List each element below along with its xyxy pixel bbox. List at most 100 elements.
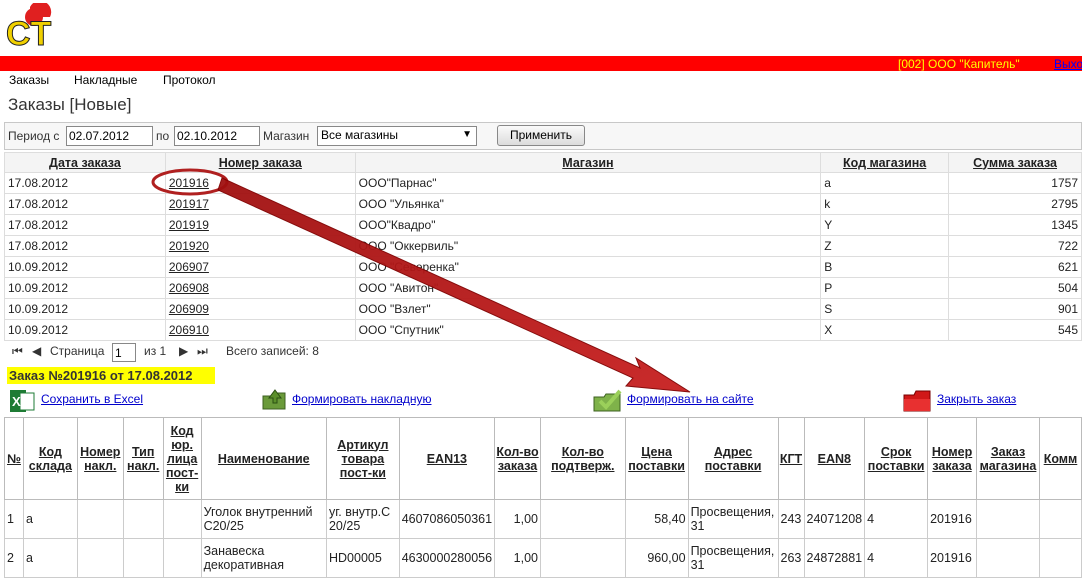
table-cell[interactable]: 206910 bbox=[164, 319, 356, 341]
table-cell bbox=[76, 499, 124, 539]
order-number-link[interactable]: 201917 bbox=[169, 197, 209, 211]
table-row[interactable]: 10.09.2012 206907 ООО "Северенка" B 621 bbox=[4, 256, 1082, 278]
table-cell bbox=[1038, 499, 1082, 539]
table-cell[interactable]: 201916 bbox=[164, 172, 356, 194]
last-page-icon[interactable]: ⏭ bbox=[197, 344, 208, 359]
items-column-header[interactable]: Заказ магазина bbox=[976, 417, 1040, 500]
table-cell: 201916 bbox=[927, 538, 978, 578]
store-select[interactable]: Все магазины ▼ bbox=[317, 126, 477, 146]
table-row[interactable]: 17.08.2012 201920 ООО "Оккервиль" Z 722 bbox=[4, 235, 1082, 257]
table-cell[interactable]: 206908 bbox=[164, 277, 356, 299]
items-column-header[interactable]: Цена поставки bbox=[624, 417, 689, 500]
items-column-header[interactable]: Код склада bbox=[22, 417, 78, 500]
table-cell: a bbox=[820, 172, 950, 194]
table-cell: 243 bbox=[777, 499, 805, 539]
order-number-link[interactable]: 206908 bbox=[169, 281, 209, 295]
order-number-link[interactable]: 201916 bbox=[169, 176, 209, 190]
table-row[interactable]: 17.08.2012 201916 ООО"Парнас" a 1757 bbox=[4, 172, 1082, 194]
table-cell: 24071208 bbox=[803, 499, 866, 539]
table-cell[interactable]: 201919 bbox=[164, 214, 356, 236]
table-cell: 17.08.2012 bbox=[4, 172, 166, 194]
items-column-header[interactable]: КГТ bbox=[777, 417, 805, 500]
col-order-sum[interactable]: Сумма заказа bbox=[948, 152, 1082, 173]
create-on-site-link[interactable]: Формировать на сайте bbox=[627, 392, 754, 406]
menu-item-invoices[interactable]: Накладные bbox=[74, 73, 137, 87]
table-cell: 201916 bbox=[927, 499, 978, 539]
items-column-header[interactable]: № bbox=[4, 417, 24, 500]
items-column-header[interactable]: Кол-во подтверж. bbox=[539, 417, 626, 500]
table-cell: 10.09.2012 bbox=[4, 277, 166, 299]
col-order-date[interactable]: Дата заказа bbox=[4, 152, 166, 173]
items-column-header[interactable]: Тип накл. bbox=[122, 417, 164, 500]
first-page-icon[interactable]: ⏮ bbox=[12, 344, 23, 359]
order-number-link[interactable]: 206910 bbox=[169, 323, 209, 337]
period-to-input[interactable] bbox=[174, 126, 260, 146]
items-column-header[interactable]: EAN13 bbox=[398, 417, 496, 500]
orders-header-row: Дата заказа Номер заказа Магазин Код маг… bbox=[4, 152, 1082, 173]
excel-icon[interactable]: X bbox=[8, 388, 36, 417]
order-number-link[interactable]: 206907 bbox=[169, 260, 209, 274]
table-cell: 10.09.2012 bbox=[4, 298, 166, 320]
table-cell[interactable]: 206909 bbox=[164, 298, 356, 320]
table-cell bbox=[76, 538, 124, 578]
table-row[interactable]: 10.09.2012 206910 ООО "Спутник" X 545 bbox=[4, 319, 1082, 341]
table-cell: 58,40 bbox=[624, 499, 689, 539]
table-cell: Занавеска декоративная bbox=[200, 538, 327, 578]
table-cell: B bbox=[820, 256, 950, 278]
create-invoice-link[interactable]: Формировать накладную bbox=[292, 392, 432, 406]
apply-button[interactable]: Применить bbox=[497, 125, 585, 146]
orders-table: Дата заказа Номер заказа Магазин Код маг… bbox=[4, 152, 1082, 341]
next-page-icon[interactable]: ▶ bbox=[179, 344, 188, 358]
table-cell: a bbox=[22, 538, 78, 578]
table-row[interactable]: 1 a Уголок внутренний С20/25 уг. внутр.С 20… bbox=[4, 499, 1082, 539]
table-cell[interactable]: 206907 bbox=[164, 256, 356, 278]
items-column-header[interactable]: Наименование bbox=[200, 417, 327, 500]
table-cell bbox=[122, 538, 164, 578]
table-cell: HD00005 bbox=[325, 538, 400, 578]
table-cell: уг. внутр.С 20/25 bbox=[325, 499, 400, 539]
items-column-header[interactable]: Адрес поставки bbox=[687, 417, 779, 500]
table-cell: 4 bbox=[864, 499, 929, 539]
table-cell[interactable]: 201917 bbox=[164, 193, 356, 215]
items-column-header[interactable]: Номер заказа bbox=[927, 417, 978, 500]
exit-link[interactable]: Выход bbox=[1054, 57, 1082, 71]
table-cell: 2795 bbox=[948, 193, 1082, 215]
items-column-header[interactable]: Код юр. лица пост-ки bbox=[162, 417, 202, 500]
menu-item-orders[interactable]: Заказы bbox=[9, 73, 49, 87]
page-input[interactable] bbox=[112, 343, 136, 362]
store-select-value: Все магазины bbox=[321, 128, 399, 142]
period-from-input[interactable] bbox=[66, 126, 153, 146]
close-folder-icon[interactable] bbox=[902, 387, 934, 416]
col-store[interactable]: Магазин bbox=[354, 152, 822, 173]
invoice-folder-icon[interactable] bbox=[261, 388, 289, 415]
items-column-header[interactable]: EAN8 bbox=[803, 417, 866, 500]
check-folder-icon[interactable] bbox=[592, 387, 624, 416]
table-cell: ООО"Квадро" bbox=[354, 214, 822, 236]
table-row[interactable]: 10.09.2012 206908 ООО "Авитон" P 504 bbox=[4, 277, 1082, 299]
order-number-link[interactable]: 206909 bbox=[169, 302, 209, 316]
table-cell[interactable]: 201920 bbox=[164, 235, 356, 257]
items-column-header[interactable]: Номер накл. bbox=[76, 417, 124, 500]
col-store-code[interactable]: Код магазина bbox=[820, 152, 950, 173]
table-row[interactable]: 17.08.2012 201917 ООО "Ульянка" k 2795 bbox=[4, 193, 1082, 215]
page-title: Заказы [Новые] bbox=[8, 95, 132, 114]
table-row[interactable]: 17.08.2012 201919 ООО"Квадро" Y 1345 bbox=[4, 214, 1082, 236]
save-excel-link[interactable]: Сохранить в Excel bbox=[41, 392, 143, 406]
order-number-link[interactable]: 201920 bbox=[169, 239, 209, 253]
table-row[interactable]: 10.09.2012 206909 ООО "Взлет" S 901 bbox=[4, 298, 1082, 320]
table-cell: 1757 bbox=[948, 172, 1082, 194]
table-cell bbox=[976, 538, 1040, 578]
items-column-header[interactable]: Артикул товара пост-ки bbox=[325, 417, 400, 500]
items-column-header[interactable]: Комм bbox=[1038, 417, 1082, 500]
menu-item-protocol[interactable]: Протокол bbox=[163, 73, 216, 87]
table-cell: ООО "Северенка" bbox=[354, 256, 822, 278]
close-order-link[interactable]: Закрыть заказ bbox=[937, 392, 1016, 406]
col-order-number[interactable]: Номер заказа bbox=[164, 152, 356, 173]
table-row[interactable]: 2 a Занавеска декоративная HD00005 463000028… bbox=[4, 538, 1082, 578]
table-cell: ООО "Спутник" bbox=[354, 319, 822, 341]
order-number-link[interactable]: 201919 bbox=[169, 218, 209, 232]
prev-page-icon[interactable]: ◀ bbox=[32, 344, 41, 358]
items-column-header[interactable]: Кол-во заказа bbox=[494, 417, 541, 500]
items-column-header[interactable]: Срок поставки bbox=[864, 417, 929, 500]
table-cell: Просвещения, 31 bbox=[687, 538, 779, 578]
